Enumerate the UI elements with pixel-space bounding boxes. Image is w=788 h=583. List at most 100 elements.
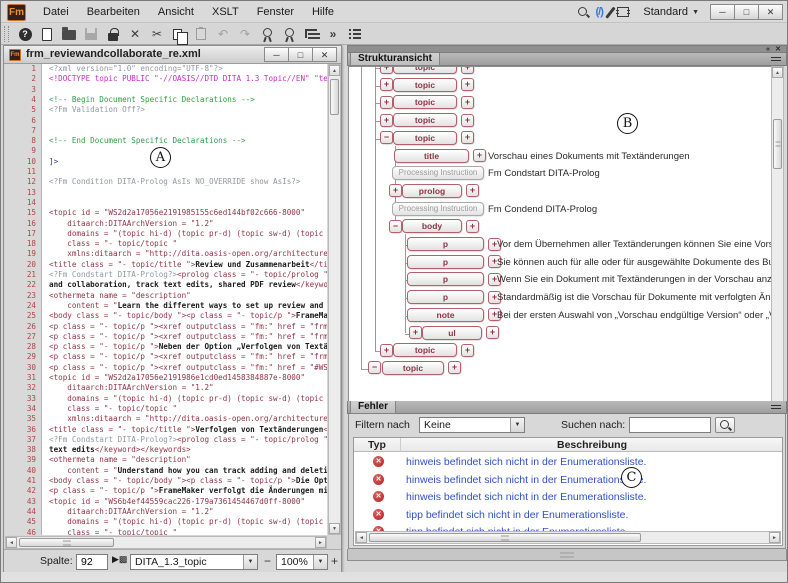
scroll-thumb[interactable]: [773, 119, 782, 169]
expand-node-button[interactable]: +: [380, 114, 393, 127]
expand-content-button[interactable]: +: [448, 361, 461, 374]
minimize-button[interactable]: ─: [710, 4, 735, 20]
element-bubble-p[interactable]: p: [407, 290, 484, 304]
scroll-thumb[interactable]: [19, 538, 114, 547]
menu-bearbeiten[interactable]: Bearbeiten: [78, 1, 149, 23]
errors-horizontal-scrollbar[interactable]: ◄ ►: [355, 531, 781, 544]
toolbar-grip[interactable]: [4, 26, 9, 42]
error-row[interactable]: ✕hinweis befindet sich nicht in der Enum…: [354, 472, 782, 489]
element-catalog-icon[interactable]: [344, 26, 366, 43]
scroll-right-icon[interactable]: ►: [769, 532, 780, 543]
wysiwyg-view-icon[interactable]: [617, 7, 629, 17]
zoom-dropdown[interactable]: 100% ▼: [276, 554, 328, 570]
search-icon[interactable]: [577, 6, 590, 19]
scroll-down-icon[interactable]: ▼: [329, 523, 340, 534]
doc-maximize-button[interactable]: □: [288, 47, 313, 62]
expand-content-button[interactable]: +: [461, 96, 474, 109]
column-input[interactable]: [76, 554, 108, 570]
tab-fehler[interactable]: Fehler: [350, 401, 396, 414]
scroll-up-icon[interactable]: ▲: [772, 67, 783, 78]
new-document-icon[interactable]: [36, 26, 58, 43]
collapse-node-button[interactable]: −: [368, 361, 381, 374]
expand-content-button[interactable]: +: [461, 78, 474, 91]
xml-code-editor[interactable]: 1<?xml version="1.0" encoding="UTF-8"?>2…: [5, 64, 327, 535]
close-button[interactable]: ✕: [758, 4, 783, 20]
element-bubble-prolog[interactable]: prolog: [402, 184, 462, 198]
zoom-in-button[interactable]: +: [328, 554, 341, 569]
expand-content-button[interactable]: +: [461, 344, 474, 357]
element-bubble-pi[interactable]: Processing Instruction: [392, 202, 484, 216]
expand-content-button[interactable]: +: [473, 149, 486, 162]
menu-fenster[interactable]: Fenster: [248, 1, 303, 23]
doc-minimize-button[interactable]: ─: [264, 47, 289, 62]
element-bubble-p[interactable]: p: [407, 237, 484, 251]
element-bubble-p[interactable]: p: [407, 255, 484, 269]
menu-hilfe[interactable]: Hilfe: [303, 1, 343, 23]
scroll-left-icon[interactable]: ◄: [6, 537, 17, 548]
element-bubble-pi[interactable]: Processing Instruction: [392, 166, 484, 180]
column-typ[interactable]: Typ: [354, 438, 401, 452]
scroll-right-icon[interactable]: ►: [315, 537, 326, 548]
expand-node-button[interactable]: +: [380, 96, 393, 109]
element-catalog-dropdown[interactable]: DITA_1.3_topic ▼: [130, 554, 258, 570]
element-bubble-topic[interactable]: topic: [393, 343, 457, 357]
expand-content-button[interactable]: +: [466, 220, 479, 233]
xml-view-icon[interactable]: (/): [596, 6, 603, 18]
code-vertical-scrollbar[interactable]: ▲ ▼: [328, 64, 341, 535]
code-horizontal-scrollbar[interactable]: ◄ ►: [5, 536, 327, 549]
copy-icon[interactable]: [168, 26, 190, 43]
error-search-input[interactable]: [629, 417, 711, 433]
open-folder-icon[interactable]: [58, 26, 80, 43]
element-bubble-topic[interactable]: topic: [393, 113, 457, 127]
element-bubble-topic[interactable]: topic: [393, 95, 457, 109]
column-beschreibung[interactable]: Beschreibung: [402, 438, 782, 452]
validate-selection-icon[interactable]: [278, 26, 300, 43]
errors-table[interactable]: Typ Beschreibung ✕hinweis befindet sich …: [353, 437, 783, 546]
panel-menu-icon[interactable]: [771, 57, 781, 58]
error-row[interactable]: ✕hinweis befindet sich nicht in der Enum…: [354, 454, 782, 471]
element-bubble-note[interactable]: note: [407, 308, 484, 322]
element-bubble-topic[interactable]: topic: [393, 66, 457, 74]
expand-node-button[interactable]: +: [380, 78, 393, 91]
expand-node-button[interactable]: +: [409, 326, 422, 339]
element-bubble-topic[interactable]: topic: [393, 78, 457, 92]
element-bubble-ul[interactable]: ul: [422, 326, 482, 340]
insert-element-icon[interactable]: »: [322, 26, 344, 43]
error-row[interactable]: ✕tipp befindet sich nicht in der Enumera…: [354, 507, 782, 524]
expand-node-button[interactable]: +: [389, 184, 402, 197]
scroll-thumb[interactable]: [330, 79, 339, 115]
document-title-bar[interactable]: Fm frm_reviewandcollaborate_re.xml ─ □ ✕: [4, 46, 341, 64]
menu-xslt[interactable]: XSLT: [203, 1, 248, 23]
expand-node-button[interactable]: +: [380, 344, 393, 357]
lock-icon[interactable]: [102, 26, 124, 43]
tab-strukturansicht[interactable]: Strukturansicht: [350, 53, 440, 66]
collapse-node-button[interactable]: −: [380, 131, 393, 144]
maximize-button[interactable]: □: [734, 4, 759, 20]
panel-menu-icon[interactable]: [771, 405, 781, 406]
scroll-thumb[interactable]: [369, 533, 641, 542]
expand-node-button[interactable]: +: [380, 66, 393, 74]
scroll-up-icon[interactable]: ▲: [329, 65, 340, 76]
dock-resize-handle[interactable]: [347, 549, 787, 561]
expand-content-button[interactable]: +: [461, 131, 474, 144]
menu-datei[interactable]: Datei: [34, 1, 78, 23]
search-button[interactable]: [715, 417, 735, 433]
workspace-dropdown[interactable]: Standard ▼: [643, 6, 699, 18]
expand-content-button[interactable]: +: [461, 66, 474, 74]
error-row[interactable]: ✕hinweis befindet sich nicht in der Enum…: [354, 489, 782, 506]
cut-icon[interactable]: ✂: [146, 26, 168, 43]
expand-content-button[interactable]: +: [466, 184, 479, 197]
doc-close-button[interactable]: ✕: [312, 47, 337, 62]
expand-content-button[interactable]: +: [461, 114, 474, 127]
element-boundaries-icon[interactable]: [300, 26, 322, 43]
element-bubble-topic[interactable]: topic: [393, 131, 457, 145]
menu-ansicht[interactable]: Ansicht: [149, 1, 203, 23]
help-icon[interactable]: ?: [14, 26, 36, 43]
delete-icon[interactable]: ✕: [124, 26, 146, 43]
filter-dropdown[interactable]: Keine ▼: [419, 417, 525, 433]
goto-column-icon[interactable]: ▶▩: [112, 554, 127, 565]
zoom-out-button[interactable]: −: [261, 554, 274, 569]
element-bubble-title[interactable]: title: [394, 149, 469, 163]
framemaker-logo-icon[interactable]: Fm: [7, 4, 26, 21]
structure-tree[interactable]: +topic++topic++topic++topic+−topic+title…: [348, 66, 782, 429]
